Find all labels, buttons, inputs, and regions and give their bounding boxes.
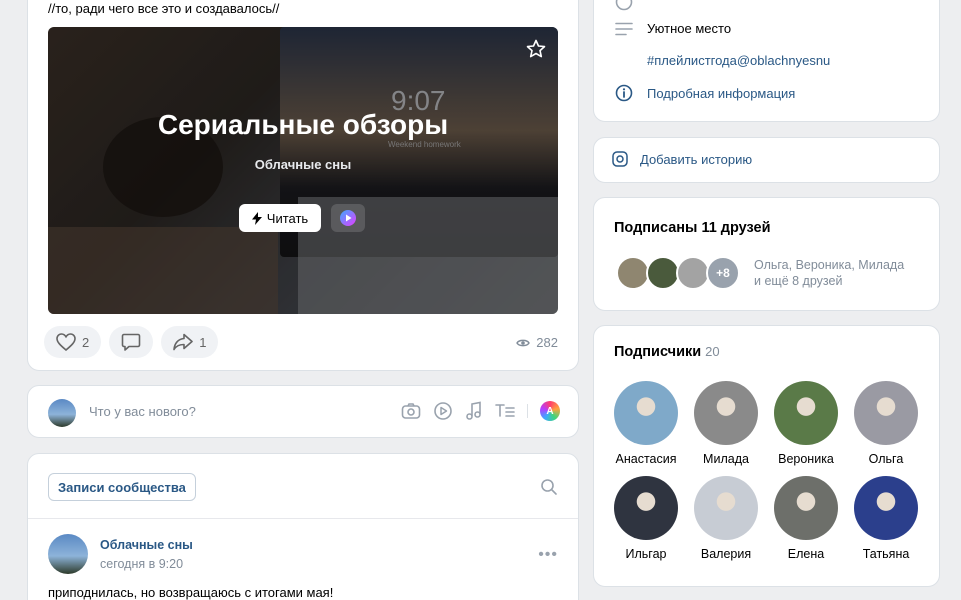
search-icon <box>541 479 557 495</box>
friends-subscribed-card: Подписаны 11 друзей +8 Ольга, Вероника, … <box>593 197 940 311</box>
subscriber-name[interactable]: Ольга <box>869 452 904 466</box>
clock-icon <box>615 0 633 11</box>
subscriber-item[interactable]: Вероника <box>766 381 846 466</box>
subscriber-name[interactable]: Милада <box>703 452 749 466</box>
heart-icon <box>56 333 76 351</box>
new-post-composer: Что у вас нового? A <box>27 385 579 438</box>
subscriber-item[interactable]: Анастасия <box>606 381 686 466</box>
view-counter: 282 <box>516 335 558 350</box>
composer-separator <box>527 404 528 418</box>
add-story-card[interactable]: Добавить историю <box>593 137 940 183</box>
camera-icon[interactable] <box>401 402 421 420</box>
subscriber-item[interactable]: Валерия <box>686 476 766 561</box>
subscriber-avatar[interactable] <box>854 476 918 540</box>
post-text: //то, ради чего все это и создавалось// <box>48 1 280 16</box>
subscriber-avatar[interactable] <box>694 476 758 540</box>
subscriber-avatar[interactable] <box>614 381 678 445</box>
info-description-row: Уютное место <box>614 21 731 36</box>
post-author-link[interactable]: Облачные сны <box>100 538 193 552</box>
lightning-icon <box>251 211 262 225</box>
more-dots-icon[interactable]: ••• <box>538 546 558 564</box>
subscribers-count: 20 <box>705 344 720 359</box>
friends-avatars[interactable]: +8 <box>616 256 740 290</box>
article-text-icon[interactable] <box>495 402 515 420</box>
subscriber-name[interactable]: Вероника <box>778 452 834 466</box>
article-title: Сериальные обзоры <box>157 109 449 140</box>
friends-names[interactable]: Ольга, Вероника, Милада и ещё 8 друзей <box>754 257 904 289</box>
subscriber-avatar[interactable] <box>774 476 838 540</box>
subscribers-card: Подписчики 20 Анастасия Милада Вероника Ольг… <box>593 325 940 587</box>
article-cover[interactable]: 9:07 Weekend homework Сериальные обзоры … <box>48 27 558 314</box>
add-story-button[interactable]: Добавить историю <box>612 151 752 167</box>
composer-attachments: A <box>401 401 560 421</box>
read-article-label: Читать <box>266 210 309 226</box>
subscriber-name[interactable]: Ильгар <box>626 547 667 561</box>
subscriber-item[interactable]: Татьяна <box>846 476 926 561</box>
view-count: 282 <box>536 335 558 350</box>
comment-icon <box>121 333 141 351</box>
more-friends-badge[interactable]: +8 <box>706 256 740 290</box>
read-article-button[interactable]: Читать <box>239 204 321 232</box>
play-circle-icon <box>340 210 356 226</box>
subscriber-avatar[interactable] <box>854 381 918 445</box>
subscriber-avatar[interactable] <box>614 476 678 540</box>
post-actions: 2 1 <box>44 326 219 358</box>
subscribers-grid: Анастасия Милада Вероника Ольга Ильгар Валери… <box>606 381 926 561</box>
subscriber-name[interactable]: Елена <box>788 547 824 561</box>
new-post-input[interactable]: Что у вас нового? <box>89 404 196 419</box>
subscriber-item[interactable]: Елена <box>766 476 846 561</box>
subscribers-title[interactable]: Подписчики 20 <box>614 344 720 360</box>
share-button[interactable]: 1 <box>161 326 219 358</box>
comment-button[interactable] <box>109 326 154 358</box>
like-button[interactable]: 2 <box>44 326 102 358</box>
info-clipped-row <box>614 0 634 11</box>
info-place: Уютное место <box>647 21 732 36</box>
community-wall: Записи сообщества Облачные сны сегодня в… <box>27 453 579 600</box>
subscriber-name[interactable]: Анастасия <box>616 452 677 466</box>
share-arrow-icon <box>173 333 194 351</box>
bookmark-star-button[interactable] <box>526 39 546 64</box>
share-count: 1 <box>199 334 207 350</box>
friends-title[interactable]: Подписаны 11 друзей <box>614 220 771 236</box>
friend-avatar[interactable] <box>646 256 680 290</box>
subscriber-item[interactable]: Ольга <box>846 381 926 466</box>
info-tag-row: #плейлистгода@oblachnyesnu <box>647 53 830 68</box>
post-card: //то, ради чего все это и создавалось// … <box>27 0 579 371</box>
info-icon <box>615 84 633 102</box>
wall-search-button[interactable] <box>540 478 558 501</box>
listen-article-button[interactable] <box>331 204 365 232</box>
friend-avatar[interactable] <box>616 256 650 290</box>
eye-icon <box>516 339 531 346</box>
video-icon[interactable] <box>433 401 453 421</box>
wall-divider <box>28 518 578 519</box>
wall-post-text: приподнилась, но возвращаюсь с итогами м… <box>48 585 334 600</box>
star-icon <box>526 39 546 58</box>
subscribers-title-text: Подписчики <box>614 344 702 360</box>
article-author: Облачные сны <box>254 157 352 172</box>
friends-names-line1: Ольга, Вероника, Милада <box>754 258 905 272</box>
info-hashtag-link[interactable]: #плейлистгода@oblachnyesnu <box>647 53 830 68</box>
community-info-card: Уютное место #плейлистгода@oblachnyesnu … <box>593 0 940 122</box>
tab-community-posts[interactable]: Записи сообщества <box>48 473 196 501</box>
community-avatar[interactable] <box>48 534 88 574</box>
info-details-link[interactable]: Подробная информация <box>647 86 795 101</box>
story-camera-icon <box>612 151 628 167</box>
subscriber-item[interactable]: Милада <box>686 381 766 466</box>
music-icon[interactable] <box>465 401 483 421</box>
ai-assistant-icon[interactable]: A <box>540 401 560 421</box>
subscriber-avatar[interactable] <box>694 381 758 445</box>
subscriber-name[interactable]: Татьяна <box>863 547 910 561</box>
text-lines-icon <box>615 22 633 35</box>
friend-avatar[interactable] <box>676 256 710 290</box>
like-count: 2 <box>82 334 90 350</box>
user-avatar[interactable] <box>48 399 76 427</box>
add-story-label: Добавить историю <box>640 151 753 167</box>
subscriber-name[interactable]: Валерия <box>701 547 751 561</box>
post-timestamp[interactable]: сегодня в 9:20 <box>100 557 183 571</box>
subscriber-avatar[interactable] <box>774 381 838 445</box>
subscriber-item[interactable]: Ильгар <box>606 476 686 561</box>
friends-names-line2: и ещё 8 друзей <box>754 274 843 288</box>
info-details-row[interactable]: Подробная информация <box>614 84 795 102</box>
